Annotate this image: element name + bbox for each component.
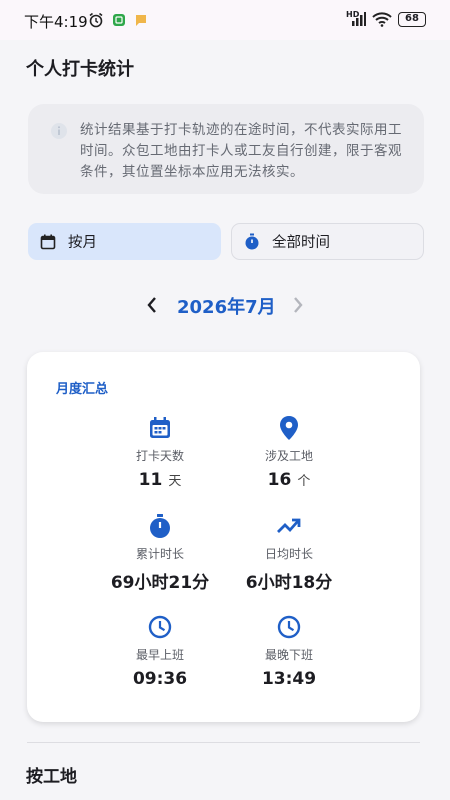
stat-earliest-start: 最早上班 09:36: [90, 613, 230, 689]
alarm-icon: [89, 12, 103, 28]
stopwatch-icon: [150, 514, 170, 538]
calendar-icon: [40, 234, 56, 249]
stat-checkin-days: 打卡天数 11 天: [90, 414, 230, 490]
stat-label: 最早上班: [135, 648, 184, 662]
stat-sites: 涉及工地 16 个: [219, 414, 359, 490]
stat-label: 日均时长: [264, 547, 313, 561]
location-pin-icon: [280, 416, 298, 440]
stat-label: 打卡天数: [135, 449, 184, 463]
stat-unit: 天: [168, 474, 182, 489]
month-navigator: 2026年7月: [0, 290, 450, 322]
app-notification-icon: [113, 14, 125, 26]
all-time-label: 全部时间: [272, 235, 330, 251]
stat-value: 13:49: [261, 669, 317, 689]
stat-label: 最晚下班: [264, 648, 313, 662]
clock-icon: [277, 615, 301, 639]
calendar-icon: [150, 417, 170, 438]
notice-box: 统计结果基于打卡轨迹的在途时间，不代表实际用工时间。众包工地由打卡人或工友自行创…: [28, 104, 424, 194]
info-icon: [51, 123, 67, 139]
stat-label: 累计时长: [135, 547, 184, 561]
stat-latest-end: 最晚下班 13:49: [219, 613, 359, 689]
all-time-button[interactable]: 全部时间: [231, 223, 424, 260]
battery-indicator: 68: [398, 11, 426, 27]
stat-label: 涉及工地: [264, 449, 313, 463]
stat-value-row: 16 个: [219, 470, 359, 490]
status-bar: 下午4:19 HD 68: [0, 0, 450, 40]
by-month-button[interactable]: 按月: [28, 223, 221, 260]
by-site-section-title: 按工地: [26, 767, 77, 787]
stat-unit: 个: [297, 474, 311, 489]
status-left-icons: [88, 12, 148, 28]
stat-total-duration: 累计时长 69小时21分: [90, 512, 230, 593]
status-time: 下午4:19: [24, 13, 88, 31]
stat-value: 6小时18分: [245, 573, 333, 593]
stopwatch-icon: [245, 233, 259, 250]
status-right-icons: HD 68: [346, 11, 426, 27]
stat-value-row: 11 天: [90, 470, 230, 490]
clock-icon: [148, 615, 172, 639]
summary-title: 月度汇总: [56, 382, 109, 397]
monthly-summary-card: 月度汇总 打卡天数 11 天 涉及工地 16 个 累计时长 69小时21分 日均…: [27, 352, 420, 722]
wifi-icon: [372, 12, 392, 27]
message-notification-icon: [136, 15, 146, 26]
trending-up-icon: [277, 518, 301, 533]
stat-value: 11: [138, 470, 163, 490]
stat-value: 09:36: [132, 669, 188, 689]
current-month: 2026年7月: [177, 297, 276, 318]
page-title: 个人打卡统计: [26, 59, 134, 80]
stat-value: 69小时21分: [110, 573, 210, 593]
stat-value: 16: [267, 470, 292, 490]
notice-text: 统计结果基于打卡轨迹的在途时间，不代表实际用工时间。众包工地由打卡人或工友自行创…: [80, 122, 402, 180]
section-divider: [27, 742, 420, 743]
chevron-left-icon[interactable]: [145, 295, 159, 315]
stat-daily-average: 日均时长 6小时18分: [219, 512, 359, 593]
chevron-right-icon[interactable]: [291, 295, 305, 315]
by-month-label: 按月: [68, 235, 97, 251]
signal-icon: HD: [346, 11, 366, 27]
